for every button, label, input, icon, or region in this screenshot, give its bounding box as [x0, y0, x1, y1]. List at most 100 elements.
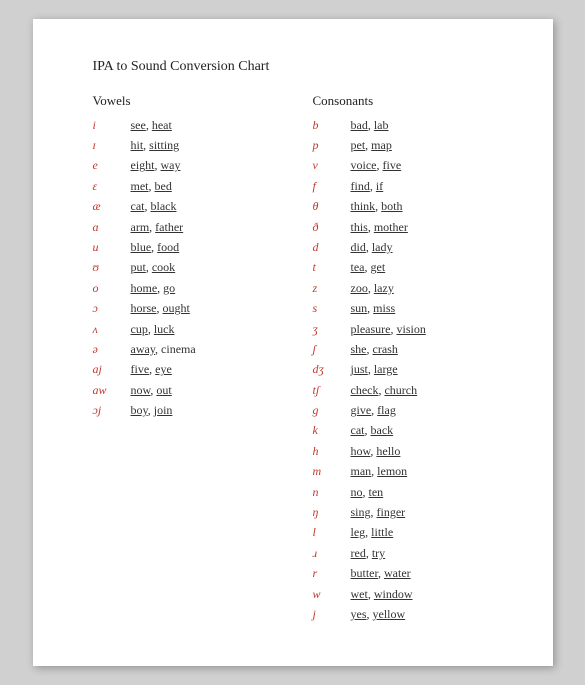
examples: man, lemon	[351, 463, 408, 480]
columns-container: Vowels isee, heatɪhit, sittingeeight, wa…	[93, 93, 503, 627]
examples: sun, miss	[351, 300, 396, 317]
table-row: ɛmet, bed	[93, 178, 283, 195]
table-row: ɹred, try	[313, 545, 503, 562]
underlined-example: mother	[374, 220, 408, 234]
page: IPA to Sound Conversion Chart Vowels ise…	[33, 19, 553, 667]
ipa-symbol: o	[93, 280, 131, 297]
examples: tea, get	[351, 259, 386, 276]
underlined-example: cook	[152, 260, 175, 274]
table-row: ublue, food	[93, 239, 283, 256]
underlined-example: lemon	[377, 464, 407, 478]
table-row: ssun, miss	[313, 300, 503, 317]
underlined-example: arm	[131, 220, 150, 234]
table-row: θthink, both	[313, 198, 503, 215]
underlined-example: vision	[396, 322, 425, 336]
ipa-symbol: ɛ	[93, 178, 131, 195]
underlined-example: five	[131, 362, 150, 376]
ipa-symbol: h	[313, 443, 351, 460]
underlined-example: wet	[351, 587, 368, 601]
table-row: ddid, lady	[313, 239, 503, 256]
examples: bad, lab	[351, 117, 389, 134]
ipa-symbol: ɪ	[93, 137, 131, 154]
examples: pleasure, vision	[351, 321, 426, 338]
table-row: vvoice, five	[313, 157, 503, 174]
underlined-example: window	[374, 587, 413, 601]
table-row: lleg, little	[313, 524, 503, 541]
ipa-symbol: l	[313, 524, 351, 541]
underlined-example: try	[372, 546, 385, 560]
ipa-symbol: i	[93, 117, 131, 134]
ipa-symbol: ʒ	[313, 321, 351, 338]
underlined-example: blue	[131, 240, 152, 254]
examples: put, cook	[131, 259, 176, 276]
table-row: ɔhorse, ought	[93, 300, 283, 317]
underlined-example: lady	[372, 240, 393, 254]
ipa-symbol: n	[313, 484, 351, 501]
examples: blue, food	[131, 239, 180, 256]
underlined-example: cup	[131, 322, 148, 336]
table-row: ŋsing, finger	[313, 504, 503, 521]
ipa-symbol: k	[313, 422, 351, 439]
table-row: ohome, go	[93, 280, 283, 297]
examples: now, out	[131, 382, 172, 399]
underlined-example: cat	[351, 423, 365, 437]
ipa-symbol: u	[93, 239, 131, 256]
table-row: hhow, hello	[313, 443, 503, 460]
table-row: awnow, out	[93, 382, 283, 399]
ipa-symbol: aw	[93, 382, 131, 399]
table-row: wwet, window	[313, 586, 503, 603]
page-title: IPA to Sound Conversion Chart	[93, 59, 503, 75]
underlined-example: little	[371, 525, 393, 539]
underlined-example: map	[371, 138, 392, 152]
vowels-column: Vowels isee, heatɪhit, sittingeeight, wa…	[93, 93, 283, 627]
underlined-example: sitting	[149, 138, 179, 152]
table-row: rbutter, water	[313, 565, 503, 582]
table-row: eeight, way	[93, 157, 283, 174]
ipa-symbol: p	[313, 137, 351, 154]
ipa-symbol: m	[313, 463, 351, 480]
underlined-example: boy	[131, 403, 148, 417]
consonants-rows: bbad, labppet, mapvvoice, fiveffind, ifθ…	[313, 117, 503, 624]
underlined-example: out	[156, 383, 171, 397]
underlined-example: hit	[131, 138, 144, 152]
ipa-symbol: f	[313, 178, 351, 195]
consonants-header: Consonants	[313, 93, 503, 109]
examples: just, large	[351, 361, 398, 378]
table-row: dʒjust, large	[313, 361, 503, 378]
ipa-symbol: ʊ	[93, 259, 131, 276]
ipa-symbol: ɔj	[93, 402, 131, 419]
underlined-example: eye	[155, 362, 172, 376]
examples: check, church	[351, 382, 418, 399]
underlined-example: black	[151, 199, 177, 213]
underlined-example: church	[384, 383, 417, 397]
ipa-symbol: ɑ	[93, 219, 131, 236]
underlined-example: crash	[373, 342, 398, 356]
examples: leg, little	[351, 524, 394, 541]
underlined-example: how	[351, 444, 371, 458]
examples: how, hello	[351, 443, 401, 460]
ipa-symbol: tʃ	[313, 382, 351, 399]
underlined-example: just	[351, 362, 368, 376]
examples: away, cinema	[131, 341, 196, 358]
table-row: ɪhit, sitting	[93, 137, 283, 154]
ipa-symbol: ɹ	[313, 545, 351, 562]
examples: zoo, lazy	[351, 280, 394, 297]
examples: did, lady	[351, 239, 393, 256]
underlined-example: if	[376, 179, 383, 193]
table-row: ppet, map	[313, 137, 503, 154]
ipa-symbol: e	[93, 157, 131, 174]
examples: red, try	[351, 545, 386, 562]
ipa-symbol: d	[313, 239, 351, 256]
ipa-symbol: ð	[313, 219, 351, 236]
underlined-example: back	[371, 423, 394, 437]
underlined-example: lazy	[374, 281, 394, 295]
underlined-example: check	[351, 383, 379, 397]
ipa-symbol: s	[313, 300, 351, 317]
examples: cup, luck	[131, 321, 175, 338]
underlined-example: large	[374, 362, 398, 376]
ipa-symbol: aj	[93, 361, 131, 378]
table-row: mman, lemon	[313, 463, 503, 480]
underlined-example: no	[351, 485, 363, 499]
underlined-example: zoo	[351, 281, 368, 295]
examples: pet, map	[351, 137, 392, 154]
